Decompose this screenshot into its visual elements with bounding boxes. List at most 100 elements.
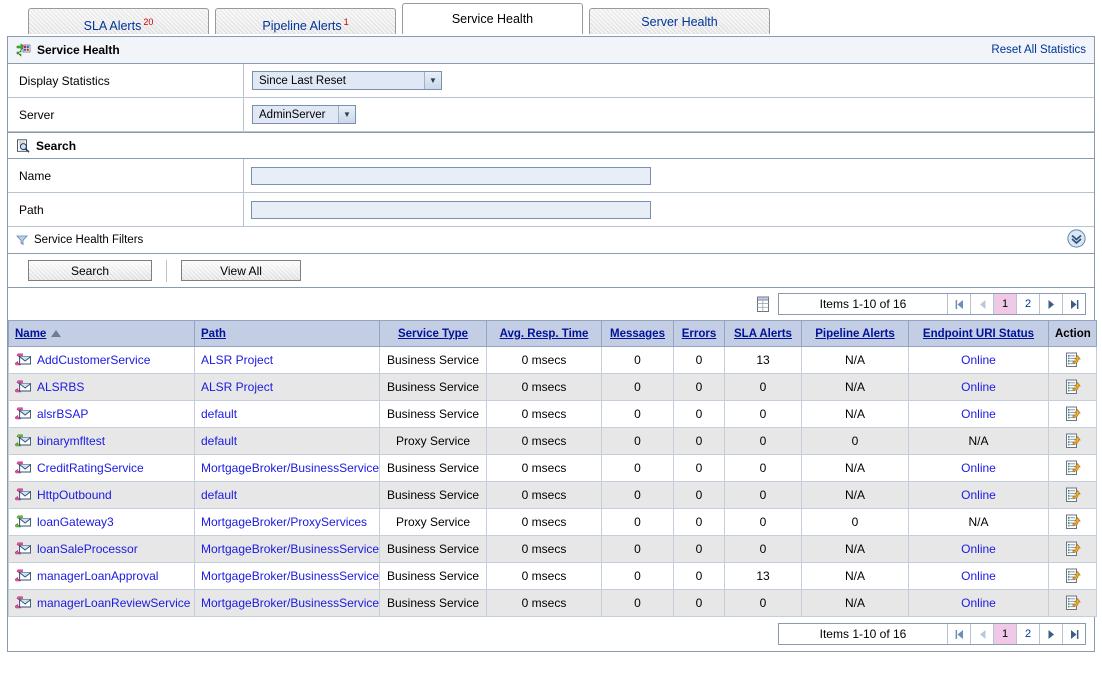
cell-pipeline-alerts: N/A (801, 346, 909, 374)
view-statistics-icon[interactable] (1065, 352, 1081, 368)
service-name-link[interactable]: loanSaleProcessor (37, 542, 138, 556)
tab-service-health[interactable]: Service Health (402, 3, 583, 34)
cell-name: AddCustomerService (8, 346, 195, 374)
tab-strip-lead (0, 0, 28, 34)
service-health-icon (16, 43, 31, 57)
view-statistics-icon[interactable] (1065, 379, 1081, 395)
column-header-pipeline-alerts[interactable]: Pipeline Alerts (801, 320, 909, 347)
column-header-path[interactable]: Path (194, 320, 380, 347)
endpoint-status-link[interactable]: Online (961, 596, 996, 610)
service-name-link[interactable]: managerLoanReviewService (37, 596, 190, 610)
view-statistics-icon[interactable] (1065, 568, 1081, 584)
path-link[interactable]: default (201, 434, 237, 448)
pagination-prev-top[interactable] (970, 294, 993, 314)
pagination-prev-bottom[interactable] (970, 624, 993, 644)
filter-funnel-icon (16, 234, 28, 246)
endpoint-status-link[interactable]: Online (961, 407, 996, 421)
pagination-last-bottom[interactable] (1062, 624, 1085, 644)
view-statistics-icon[interactable] (1065, 541, 1081, 557)
business-service-icon (14, 353, 32, 367)
column-header-endpoint-uri-status[interactable]: Endpoint URI Status (908, 320, 1049, 347)
path-link[interactable]: default (201, 488, 237, 502)
endpoint-status-link[interactable]: Online (961, 569, 996, 583)
cell-action (1048, 400, 1097, 428)
path-link[interactable]: MortgageBroker/ProxyServices (201, 515, 367, 529)
column-header-avg-resp-time[interactable]: Avg. Resp. Time (486, 320, 602, 347)
view-statistics-icon[interactable] (1065, 406, 1081, 422)
tab-pipeline-alerts[interactable]: Pipeline Alerts 1 (215, 8, 396, 34)
path-link[interactable]: ALSR Project (201, 380, 273, 394)
table-customize-icon[interactable] (756, 296, 771, 313)
service-name-link[interactable]: ALSRBS (37, 380, 84, 394)
tab-server-health[interactable]: Server Health (589, 8, 770, 34)
service-name-link[interactable]: alsrBSAP (37, 407, 88, 421)
view-statistics-icon[interactable] (1065, 433, 1081, 449)
path-link[interactable]: MortgageBroker/BusinessServices (201, 542, 379, 556)
business-service-icon (14, 380, 32, 394)
tab-sla-alerts[interactable]: SLA Alerts 20 (28, 8, 209, 34)
reset-all-statistics-link[interactable]: Reset All Statistics (991, 44, 1086, 56)
column-header-messages[interactable]: Messages (601, 320, 674, 347)
pagination-page-1-bottom[interactable]: 1 (993, 624, 1016, 644)
service-name-link[interactable]: managerLoanApproval (37, 569, 158, 583)
cell-avg-resp-time: 0 msecs (486, 400, 602, 428)
endpoint-status-link[interactable]: Online (961, 461, 996, 475)
cell-name: CreditRatingService (8, 454, 195, 482)
service-health-filters-bar[interactable]: Service Health Filters (8, 227, 1094, 254)
service-name-link[interactable]: HttpOutbound (37, 488, 112, 502)
service-name-link[interactable]: CreditRatingService (37, 461, 144, 475)
expand-filters-chevron-icon[interactable] (1067, 229, 1086, 251)
pagination-next-top[interactable] (1039, 294, 1062, 314)
server-select[interactable]: AdminServer ▼ (252, 105, 356, 124)
tab-pipeline-alerts-badge: 1 (343, 17, 349, 27)
path-link[interactable]: MortgageBroker/BusinessService (201, 569, 379, 583)
column-header-name[interactable]: Name (8, 320, 195, 347)
cell-errors: 0 (673, 535, 725, 563)
path-link[interactable]: MortgageBroker/BusinessServices (201, 461, 379, 475)
view-statistics-icon[interactable] (1065, 487, 1081, 503)
cell-path: MortgageBroker/ProxyServices (194, 508, 380, 536)
column-header-avg-resp-time-label: Avg. Resp. Time (499, 327, 589, 340)
view-statistics-icon[interactable] (1065, 514, 1081, 530)
column-header-action-label: Action (1055, 327, 1091, 340)
endpoint-status-link[interactable]: Online (961, 542, 996, 556)
pagination-next-bottom[interactable] (1039, 624, 1062, 644)
search-path-label: Path (8, 193, 244, 226)
pagination-page-2-top[interactable]: 2 (1016, 294, 1039, 314)
view-statistics-icon[interactable] (1065, 460, 1081, 476)
column-header-errors[interactable]: Errors (673, 320, 725, 347)
service-name-link[interactable]: binarymfltest (37, 434, 105, 448)
path-link[interactable]: default (201, 407, 237, 421)
pagination-page-2-bottom[interactable]: 2 (1016, 624, 1039, 644)
table-row: HttpOutbound default Business Service 0 mse… (8, 481, 1097, 509)
column-header-service-type[interactable]: Service Type (379, 320, 487, 347)
display-statistics-select[interactable]: Since Last Reset ▼ (252, 71, 442, 90)
search-path-input[interactable] (251, 200, 651, 219)
path-link[interactable]: ALSR Project (201, 353, 273, 367)
cell-name: managerLoanApproval (8, 562, 195, 590)
chevron-down-icon: ▼ (424, 72, 441, 89)
cell-sla-alerts: 13 (724, 346, 802, 374)
view-statistics-icon[interactable] (1065, 595, 1081, 611)
endpoint-status-link[interactable]: Online (961, 353, 996, 367)
cell-messages: 0 (601, 589, 674, 617)
pagination-first-bottom[interactable] (947, 624, 970, 644)
pagination-first-top[interactable] (947, 294, 970, 314)
search-name-input[interactable] (251, 166, 651, 185)
column-header-action: Action (1048, 320, 1097, 347)
service-name-link[interactable]: AddCustomerService (37, 353, 150, 367)
column-header-sla-alerts[interactable]: SLA Alerts (724, 320, 802, 347)
cell-endpoint-uri-status: N/A (908, 427, 1049, 455)
cell-service-type: Proxy Service (379, 427, 487, 455)
pagination-page-1-top[interactable]: 1 (993, 294, 1016, 314)
view-all-button[interactable]: View All (181, 260, 301, 281)
endpoint-status-link[interactable]: Online (961, 380, 996, 394)
cell-sla-alerts: 0 (724, 481, 802, 509)
pagination-last-top[interactable] (1062, 294, 1085, 314)
cell-action (1048, 454, 1097, 482)
service-name-link[interactable]: loanGateway3 (37, 515, 114, 529)
search-button[interactable]: Search (28, 260, 152, 281)
endpoint-status-link[interactable]: Online (961, 488, 996, 502)
path-link[interactable]: MortgageBroker/BusinessServices (201, 596, 379, 610)
cell-errors: 0 (673, 562, 725, 590)
